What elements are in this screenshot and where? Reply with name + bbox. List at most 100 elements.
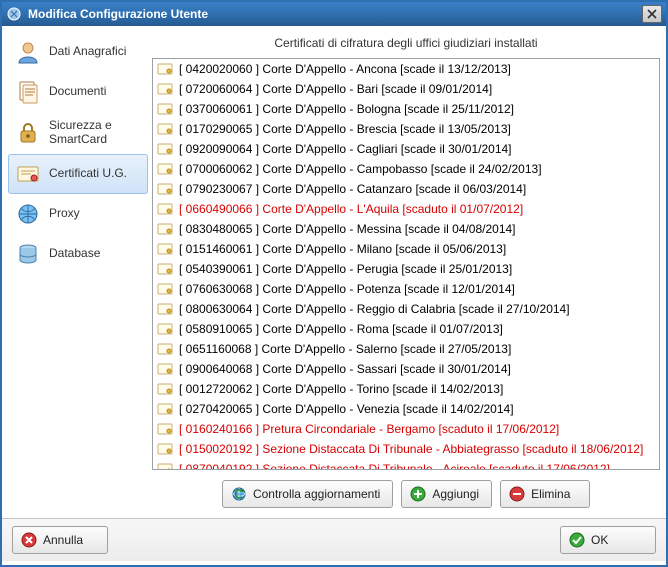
certificate-row-icon bbox=[157, 242, 173, 256]
certificate-row-icon bbox=[157, 302, 173, 316]
check-updates-label: Controlla aggiornamenti bbox=[253, 487, 380, 501]
list-item[interactable]: [ 0370060061 ] Corte D'Appello - Bologna… bbox=[153, 99, 659, 119]
list-item[interactable]: [ 0151460061 ] Corte D'Appello - Milano … bbox=[153, 239, 659, 259]
sidebar-item-label: Proxy bbox=[49, 207, 80, 221]
panel-button-row: Controlla aggiornamenti Aggiungi bbox=[152, 470, 660, 512]
security-icon bbox=[15, 120, 41, 146]
list-item[interactable]: [ 0900640068 ] Corte D'Appello - Sassari… bbox=[153, 359, 659, 379]
proxy-icon bbox=[15, 201, 41, 227]
sidebar-item-database[interactable]: Database bbox=[8, 234, 148, 274]
delete-button[interactable]: Elimina bbox=[500, 480, 590, 508]
certificate-row-text: [ 0830480065 ] Corte D'Appello - Messina… bbox=[179, 222, 516, 236]
app-icon bbox=[6, 6, 22, 22]
certificate-row-icon bbox=[157, 222, 173, 236]
ok-button[interactable]: OK bbox=[560, 526, 656, 554]
certificate-row-text: [ 0900640068 ] Corte D'Appello - Sassari… bbox=[179, 362, 511, 376]
minus-icon bbox=[509, 486, 525, 502]
list-item[interactable]: [ 0270420065 ] Corte D'Appello - Venezia… bbox=[153, 399, 659, 419]
certificate-row-icon bbox=[157, 262, 173, 276]
database-icon bbox=[15, 241, 41, 267]
certificate-row-text: [ 0660490066 ] Corte D'Appello - L'Aquil… bbox=[179, 202, 523, 216]
certificate-row-icon bbox=[157, 122, 173, 136]
certificate-row-text: [ 0720060064 ] Corte D'Appello - Bari [s… bbox=[179, 82, 492, 96]
panel-header: Certificati di cifratura degli uffici gi… bbox=[152, 32, 660, 58]
certificate-row-text: [ 0012720062 ] Corte D'Appello - Torino … bbox=[179, 382, 503, 396]
certificate-row-icon bbox=[157, 202, 173, 216]
list-item[interactable]: [ 0920090064 ] Corte D'Appello - Cagliar… bbox=[153, 139, 659, 159]
certificate-row-icon bbox=[157, 442, 173, 456]
globe-refresh-icon bbox=[231, 486, 247, 502]
sidebar-item-certificati-u-g[interactable]: Certificati U.G. bbox=[8, 154, 148, 194]
sidebar-item-proxy[interactable]: Proxy bbox=[8, 194, 148, 234]
certificate-row-icon bbox=[157, 62, 173, 76]
ok-icon bbox=[569, 532, 585, 548]
plus-icon bbox=[410, 486, 426, 502]
list-item[interactable]: [ 0150020192 ] Sezione Distaccata Di Tri… bbox=[153, 439, 659, 459]
certificate-row-text: [ 0800630064 ] Corte D'Appello - Reggio … bbox=[179, 302, 570, 316]
list-item[interactable]: [ 0012720062 ] Corte D'Appello - Torino … bbox=[153, 379, 659, 399]
sidebar-nav: Dati Anagrafici Documenti Sicurezza e Smar… bbox=[8, 32, 148, 512]
list-item[interactable]: [ 0790230067 ] Corte D'Appello - Catanza… bbox=[153, 179, 659, 199]
certificate-row-text: [ 0540390061 ] Corte D'Appello - Perugia… bbox=[179, 262, 512, 276]
certificate-row-text: [ 0270420065 ] Corte D'Appello - Venezia… bbox=[179, 402, 514, 416]
cancel-icon bbox=[21, 532, 37, 548]
window-title: Modifica Configurazione Utente bbox=[28, 7, 208, 21]
sidebar-item-dati-anagrafici[interactable]: Dati Anagrafici bbox=[8, 32, 148, 72]
certificate-row-text: [ 0920090064 ] Corte D'Appello - Cagliar… bbox=[179, 142, 512, 156]
list-item[interactable]: [ 0540390061 ] Corte D'Appello - Perugia… bbox=[153, 259, 659, 279]
certificate-row-icon bbox=[157, 102, 173, 116]
certificate-list: [ 0420020060 ] Corte D'Appello - Ancona … bbox=[152, 58, 660, 470]
list-item[interactable]: [ 0870040192 ] Sezione Distaccata Di Tri… bbox=[153, 459, 659, 469]
list-item[interactable]: [ 0700060062 ] Corte D'Appello - Campoba… bbox=[153, 159, 659, 179]
sidebar-item-label: Sicurezza e SmartCard bbox=[49, 119, 141, 147]
documents-icon bbox=[15, 79, 41, 105]
certificate-row-icon bbox=[157, 322, 173, 336]
add-button[interactable]: Aggiungi bbox=[401, 480, 492, 508]
certificate-icon bbox=[15, 161, 41, 187]
sidebar-item-label: Documenti bbox=[49, 85, 106, 99]
list-item[interactable]: [ 0651160068 ] Corte D'Appello - Salerno… bbox=[153, 339, 659, 359]
list-item[interactable]: [ 0800630064 ] Corte D'Appello - Reggio … bbox=[153, 299, 659, 319]
list-item[interactable]: [ 0830480065 ] Corte D'Appello - Messina… bbox=[153, 219, 659, 239]
certificate-row-text: [ 0651160068 ] Corte D'Appello - Salerno… bbox=[179, 342, 511, 356]
list-item[interactable]: [ 0760630068 ] Corte D'Appello - Potenza… bbox=[153, 279, 659, 299]
list-item[interactable]: [ 0660490066 ] Corte D'Appello - L'Aquil… bbox=[153, 199, 659, 219]
certificate-row-icon bbox=[157, 142, 173, 156]
check-updates-button[interactable]: Controlla aggiornamenti bbox=[222, 480, 393, 508]
certificate-row-icon bbox=[157, 162, 173, 176]
user-icon bbox=[15, 39, 41, 65]
add-label: Aggiungi bbox=[432, 487, 479, 501]
certificate-row-text: [ 0580910065 ] Corte D'Appello - Roma [s… bbox=[179, 322, 503, 336]
certificate-row-icon bbox=[157, 282, 173, 296]
certificate-row-icon bbox=[157, 422, 173, 436]
certificate-row-text: [ 0151460061 ] Corte D'Appello - Milano … bbox=[179, 242, 506, 256]
right-panel: Certificati di cifratura degli uffici gi… bbox=[152, 32, 660, 512]
certificate-row-icon bbox=[157, 82, 173, 96]
certificate-row-text: [ 0870040192 ] Sezione Distaccata Di Tri… bbox=[179, 462, 610, 469]
window-close-button[interactable] bbox=[642, 5, 662, 23]
certificate-row-icon bbox=[157, 362, 173, 376]
certificate-row-text: [ 0150020192 ] Sezione Distaccata Di Tri… bbox=[179, 442, 643, 456]
certificate-row-text: [ 0170290065 ] Corte D'Appello - Brescia… bbox=[179, 122, 511, 136]
list-item[interactable]: [ 0420020060 ] Corte D'Appello - Ancona … bbox=[153, 59, 659, 79]
delete-label: Elimina bbox=[531, 487, 570, 501]
sidebar-item-documenti[interactable]: Documenti bbox=[8, 72, 148, 112]
content-area: Dati Anagrafici Documenti Sicurezza e Smar… bbox=[2, 26, 666, 518]
cancel-label: Annulla bbox=[43, 533, 83, 547]
certificate-row-icon bbox=[157, 402, 173, 416]
certificate-row-text: [ 0790230067 ] Corte D'Appello - Catanza… bbox=[179, 182, 526, 196]
sidebar-item-label: Dati Anagrafici bbox=[49, 45, 126, 59]
ok-label: OK bbox=[591, 533, 608, 547]
certificate-row-text: [ 0760630068 ] Corte D'Appello - Potenza… bbox=[179, 282, 515, 296]
certificate-row-text: [ 0420020060 ] Corte D'Appello - Ancona … bbox=[179, 62, 511, 76]
sidebar-item-label: Database bbox=[49, 247, 100, 261]
certificate-row-icon bbox=[157, 462, 173, 469]
list-item[interactable]: [ 0720060064 ] Corte D'Appello - Bari [s… bbox=[153, 79, 659, 99]
list-item[interactable]: [ 0160240166 ] Pretura Circondariale - B… bbox=[153, 419, 659, 439]
cancel-button[interactable]: Annulla bbox=[12, 526, 108, 554]
sidebar-item-sicurezza-e-smartcard[interactable]: Sicurezza e SmartCard bbox=[8, 112, 148, 154]
list-item[interactable]: [ 0170290065 ] Corte D'Appello - Brescia… bbox=[153, 119, 659, 139]
certificate-list-scroll[interactable]: [ 0420020060 ] Corte D'Appello - Ancona … bbox=[153, 59, 659, 469]
list-item[interactable]: [ 0580910065 ] Corte D'Appello - Roma [s… bbox=[153, 319, 659, 339]
title-bar: Modifica Configurazione Utente bbox=[2, 2, 666, 26]
